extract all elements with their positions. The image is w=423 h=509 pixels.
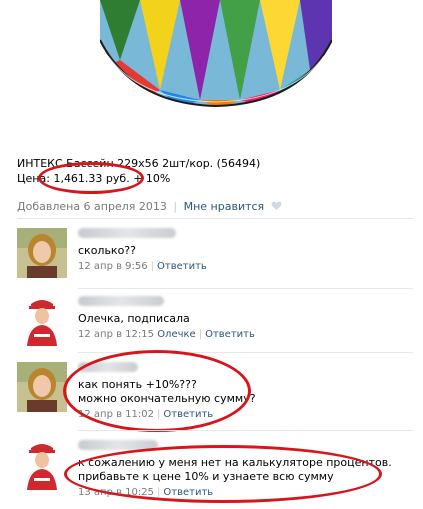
avatar[interactable] (17, 228, 67, 278)
product-info: ИНТЕКС Бассейн 229х56 2шт/кор. (56494) Ц… (17, 157, 397, 186)
like-link[interactable]: Мне нравится (184, 200, 265, 213)
reply-link[interactable]: Ответить (163, 409, 213, 420)
comment-text-line: можно окончательную сумму? (78, 392, 256, 405)
separator: | (157, 487, 161, 498)
comment: сколько?? 12 апр в 9:56 | Ответить (17, 228, 413, 282)
comment-text-line: к сожалению у меня нет на калькуляторе п… (78, 456, 392, 469)
separator: | (198, 329, 203, 340)
product-price: Цена: 1,461.33 руб. + 10% (17, 172, 171, 185)
comment: Олечка, подписала 12 апр в 12:15 Олечке |… (17, 296, 413, 350)
avatar[interactable] (17, 440, 67, 490)
comment-time[interactable]: 12 апр в 9:56 (78, 261, 148, 272)
avatar[interactable] (17, 362, 67, 412)
separator: | (157, 409, 161, 420)
reply-link[interactable]: Ответить (163, 487, 213, 498)
divider (78, 288, 413, 289)
comment-text: к сожалению у меня нет на калькуляторе п… (78, 456, 413, 484)
comment-text: сколько?? (78, 244, 136, 257)
separator: | (173, 200, 178, 213)
comment-text: Олечка, подписала (78, 312, 190, 325)
comment-text-line: как понять +10%??? (78, 378, 197, 391)
product-title: ИНТЕКС Бассейн 229х56 2шт/кор. (56494) (17, 157, 261, 170)
added-date: Добавлена 6 апреля 2013 (17, 200, 167, 213)
reply-link[interactable]: Ответить (157, 261, 207, 272)
comment-info: 12 апр в 9:56 | Ответить (78, 261, 413, 272)
photo-meta: Добавлена 6 апреля 2013 | Мне нравится (17, 200, 282, 213)
product-image[interactable] (100, 0, 332, 108)
divider (78, 430, 413, 431)
divider (78, 352, 413, 353)
comment-time[interactable]: 13 апр в 10:25 (78, 487, 154, 498)
separator: | (150, 261, 154, 272)
comment-info: 12 апр в 12:15 Олечке | Ответить (78, 329, 413, 340)
comment: к сожалению у меня нет на калькуляторе п… (17, 440, 413, 502)
reply-link[interactable]: Ответить (205, 329, 255, 340)
reply-to-link[interactable]: Олечке (157, 329, 196, 340)
comment-text-line: прибавьте к цене 10% и узнаете всю сумму (78, 470, 334, 483)
comment-author[interactable] (78, 228, 413, 242)
comment-author[interactable] (78, 362, 413, 376)
comment: как понять +10%??? можно окончательную с… (17, 362, 413, 424)
comment-author[interactable] (78, 440, 413, 454)
comment-time[interactable]: 12 апр в 11:02 (78, 409, 154, 420)
heart-icon[interactable] (271, 201, 282, 211)
comment-info: 13 апр в 10:25 | Ответить (78, 487, 413, 498)
comment-author[interactable] (78, 296, 413, 310)
comment-text: как понять +10%??? можно окончательную с… (78, 378, 413, 406)
comment-time[interactable]: 12 апр в 12:15 (78, 329, 154, 340)
divider (17, 218, 413, 219)
avatar[interactable] (17, 296, 67, 346)
comment-info: 12 апр в 11:02 | Ответить (78, 409, 413, 420)
